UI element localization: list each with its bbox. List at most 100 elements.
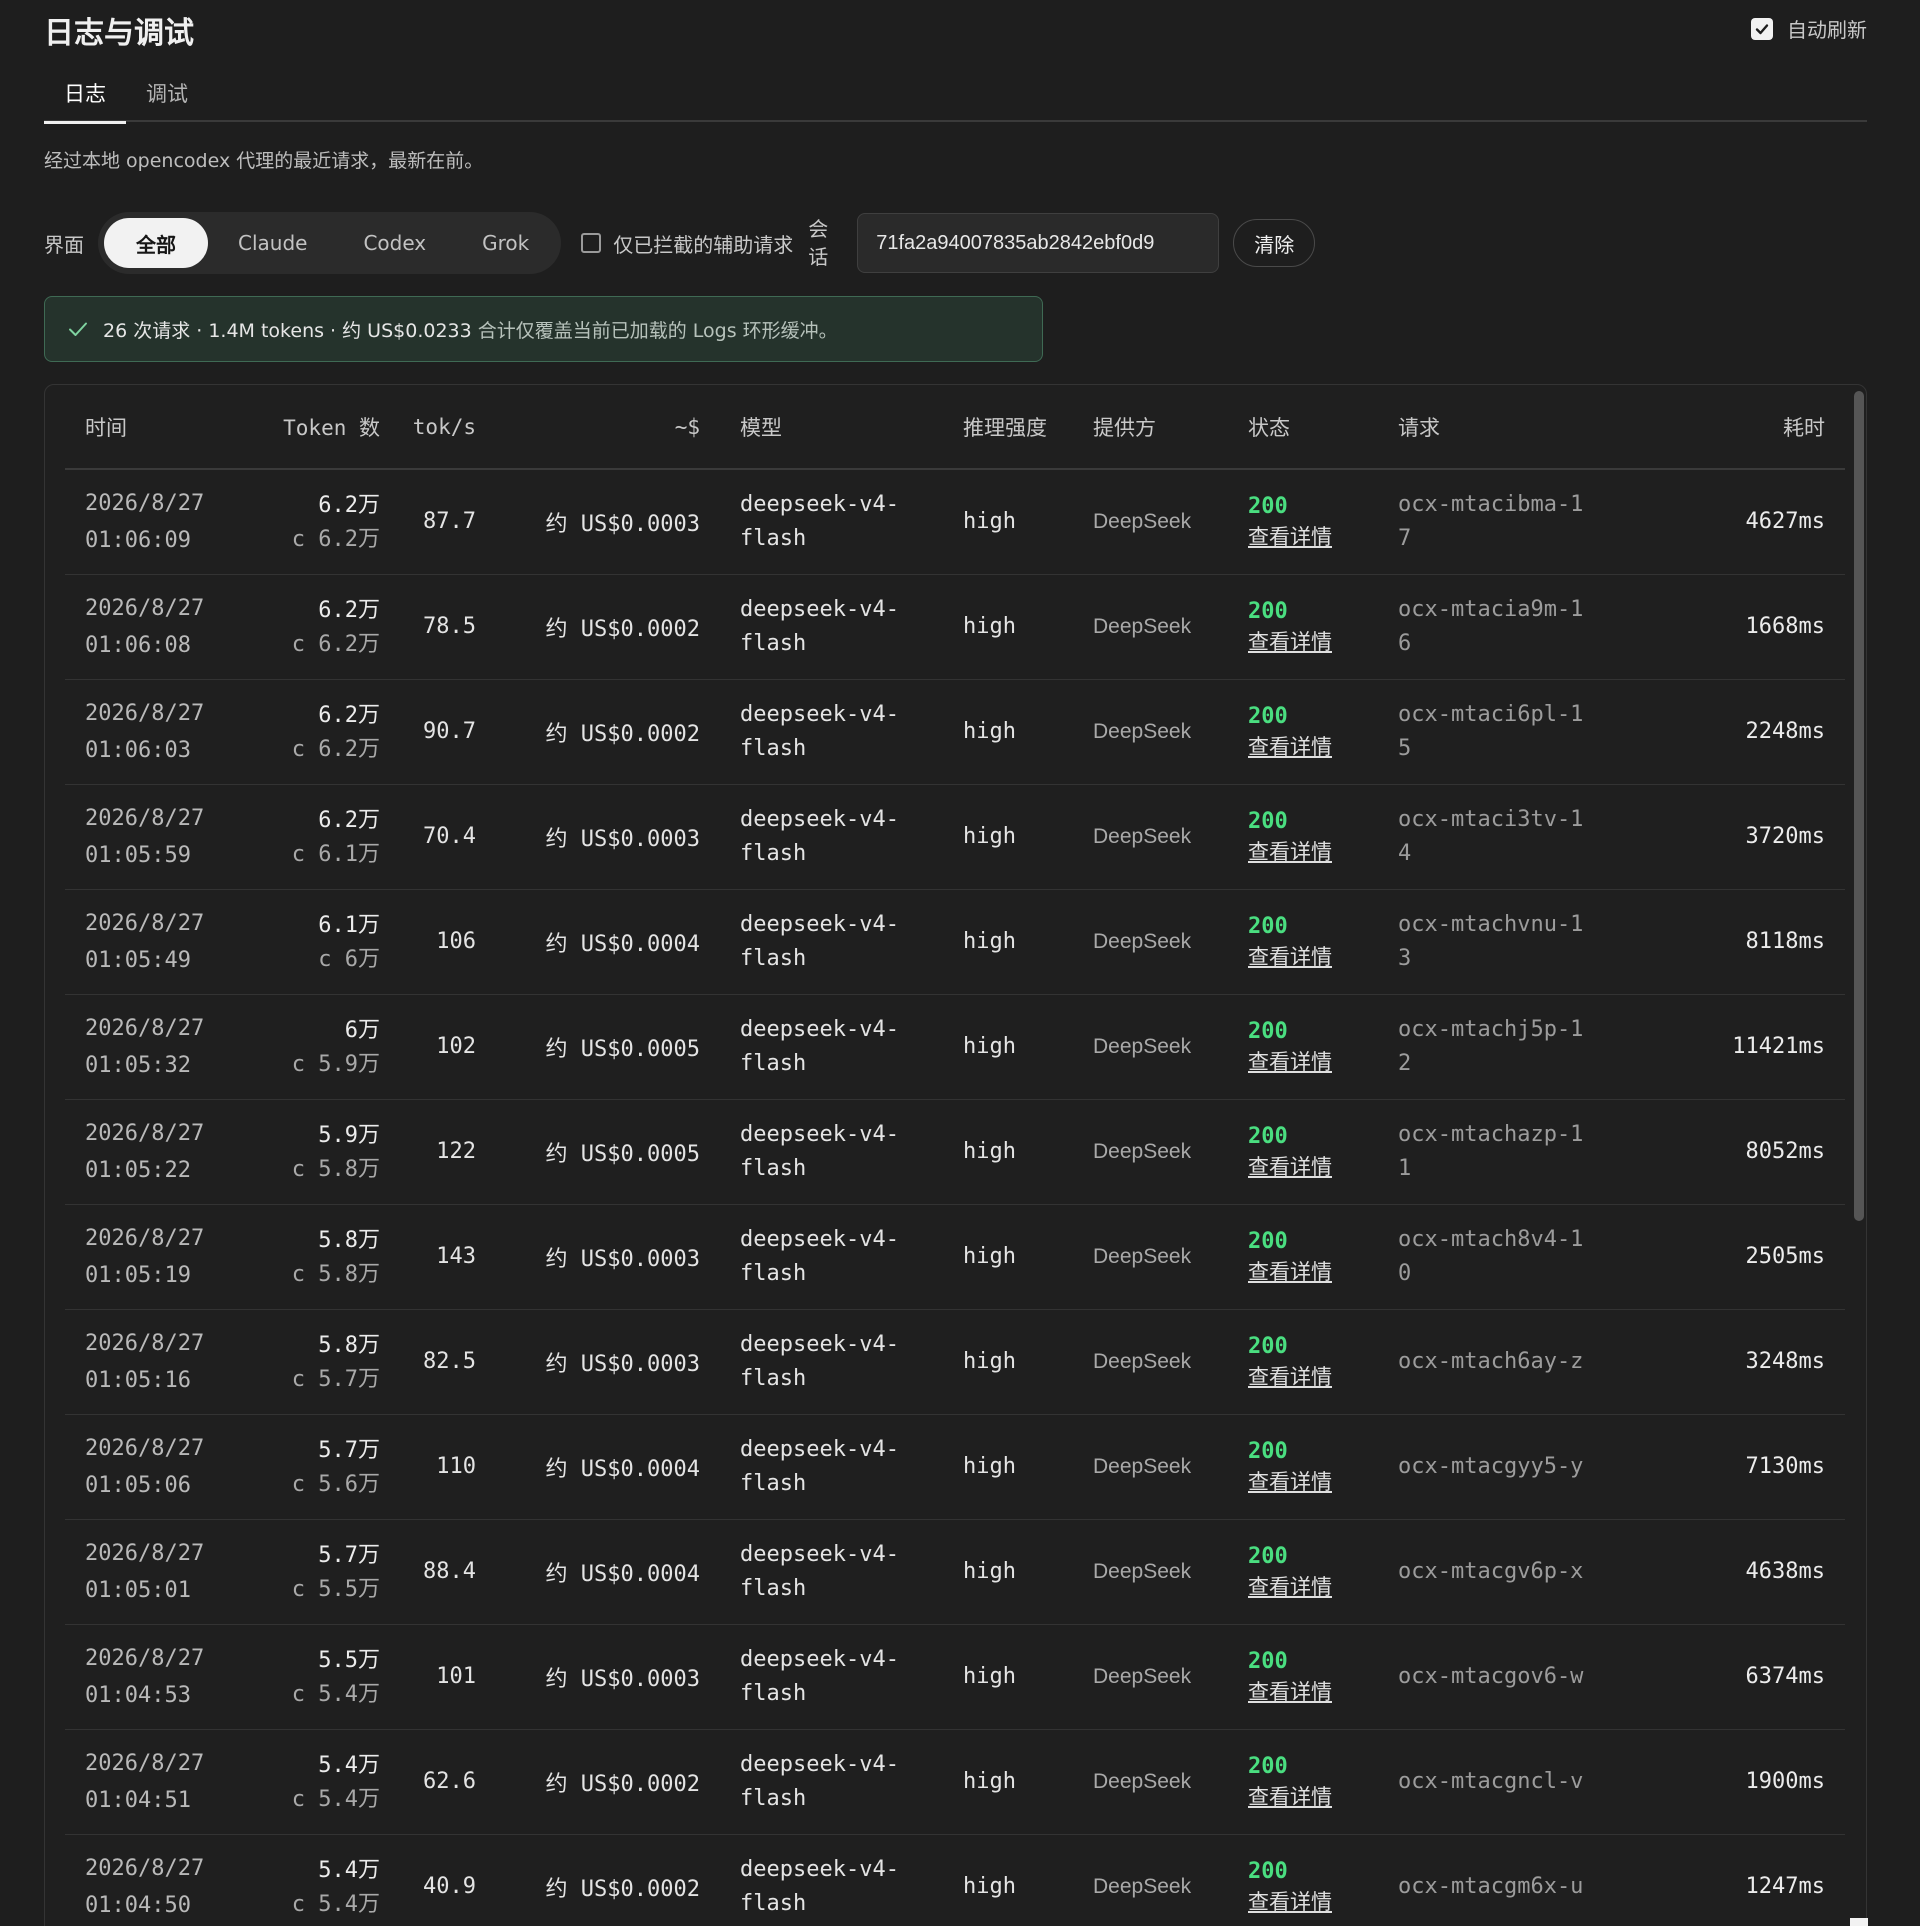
table-row[interactable]: 2026/8/27 01:05:32 6万 c 5.9万 102 约 US$0.… — [65, 994, 1845, 1100]
model-name-line-2: flash — [740, 1155, 807, 1181]
time-cell: 2026/8/27 01:05:59 — [65, 784, 245, 890]
date-text: 2026/8/27 — [85, 1435, 205, 1461]
tokens-cell: 6.2万 c 6.2万 — [245, 574, 380, 680]
duration-cell: 4638ms — [1658, 1519, 1845, 1625]
tokens-cell: 5.8万 c 5.7万 — [245, 1309, 380, 1415]
session-input[interactable] — [857, 213, 1220, 273]
model-cell: deepseek-v4- flash — [720, 1729, 963, 1835]
header-status[interactable]: 状态 — [1243, 385, 1398, 470]
segment-grok[interactable]: Grok — [456, 218, 555, 268]
view-details-link[interactable]: 查看详情 — [1248, 1782, 1398, 1812]
table-row[interactable]: 2026/8/27 01:06:08 6.2万 c 6.2万 78.5 约 US… — [65, 574, 1845, 680]
tps-cell: 70.4 — [380, 784, 500, 890]
intercept-only-toggle[interactable]: 仅已拦截的辅助请求 — [581, 229, 793, 258]
summary-stats: 26 次请求 · 1.4M tokens · 约 US$0.0233 — [103, 319, 472, 342]
model-name-line-2: flash — [740, 1575, 807, 1601]
view-details-link[interactable]: 查看详情 — [1248, 1677, 1398, 1707]
cost-cell: 约 US$0.0002 — [500, 1729, 720, 1835]
view-details-link[interactable]: 查看详情 — [1248, 522, 1398, 552]
vertical-scrollbar[interactable] — [1854, 391, 1864, 1221]
tokens-cell: 6.2万 c 6.1万 — [245, 784, 380, 890]
view-details-link[interactable]: 查看详情 — [1248, 1467, 1398, 1497]
table-row[interactable]: 2026/8/27 01:04:53 5.5万 c 5.4万 101 约 US$… — [65, 1624, 1845, 1730]
tokens-cached: c 5.8万 — [291, 1261, 380, 1287]
header-tokens[interactable]: Token 数 — [245, 385, 380, 470]
table-row[interactable]: 2026/8/27 01:06:03 6.2万 c 6.2万 90.7 约 US… — [65, 679, 1845, 785]
header-time[interactable]: 时间 — [65, 385, 245, 470]
model-name-line-2: flash — [740, 1050, 807, 1076]
header-model[interactable]: 模型 — [720, 385, 963, 470]
table-row[interactable]: 2026/8/27 01:05:49 6.1万 c 6万 106 约 US$0.… — [65, 889, 1845, 995]
header-duration[interactable]: 耗时 — [1658, 385, 1845, 470]
view-details-link[interactable]: 查看详情 — [1248, 1572, 1398, 1602]
table-row[interactable]: 2026/8/27 01:06:09 6.2万 c 6.2万 87.7 约 US… — [65, 469, 1845, 575]
time-cell: 2026/8/27 01:06:03 — [65, 679, 245, 785]
model-name-line-2: flash — [740, 1260, 807, 1286]
view-details-link[interactable]: 查看详情 — [1248, 1047, 1398, 1077]
status-code: 200 — [1248, 1858, 1288, 1884]
header-effort[interactable]: 推理强度 — [963, 385, 1093, 470]
tab-debug[interactable]: 调试 — [126, 64, 208, 122]
status-cell: 200 查看详情 — [1243, 1099, 1398, 1205]
view-details-link[interactable]: 查看详情 — [1248, 627, 1398, 657]
view-details-link[interactable]: 查看详情 — [1248, 1887, 1398, 1917]
tokens-total: 5.7万 — [318, 1437, 380, 1463]
view-details-link[interactable]: 查看详情 — [1248, 942, 1398, 972]
time-cell: 2026/8/27 01:05:01 — [65, 1519, 245, 1625]
request-id-line-1: ocx-mtacgv6p-x — [1398, 1558, 1584, 1584]
time-cell: 2026/8/27 01:06:09 — [65, 469, 245, 575]
header-request[interactable]: 请求 — [1398, 385, 1658, 470]
status-cell: 200 查看详情 — [1243, 994, 1398, 1100]
table-row[interactable]: 2026/8/27 01:05:16 5.8万 c 5.7万 82.5 约 US… — [65, 1309, 1845, 1415]
cost-cell: 约 US$0.0003 — [500, 1204, 720, 1310]
tokens-total: 5.8万 — [318, 1332, 380, 1358]
request-id-line-1: ocx-mtacgov6-w — [1398, 1663, 1584, 1689]
cost-cell: 约 US$0.0003 — [500, 469, 720, 575]
table-row[interactable]: 2026/8/27 01:05:22 5.9万 c 5.8万 122 约 US$… — [65, 1099, 1845, 1205]
date-text: 2026/8/27 — [85, 1015, 205, 1041]
table-row[interactable]: 2026/8/27 01:05:01 5.7万 c 5.5万 88.4 约 US… — [65, 1519, 1845, 1625]
provider-cell: DeepSeek — [1093, 1834, 1243, 1926]
header-provider[interactable]: 提供方 — [1093, 385, 1243, 470]
tps-cell: 90.7 — [380, 679, 500, 785]
status-code: 200 — [1248, 1648, 1288, 1674]
view-details-link[interactable]: 查看详情 — [1248, 837, 1398, 867]
model-name-line-2: flash — [740, 1680, 807, 1706]
model-cell: deepseek-v4- flash — [720, 679, 963, 785]
clear-button[interactable]: 清除 — [1233, 219, 1316, 267]
status-code: 200 — [1248, 703, 1288, 729]
table-row[interactable]: 2026/8/27 01:04:50 5.4万 c 5.4万 40.9 约 US… — [65, 1834, 1845, 1926]
view-details-link[interactable]: 查看详情 — [1248, 1362, 1398, 1392]
effort-cell: high — [963, 1729, 1093, 1835]
tokens-total: 6.2万 — [318, 807, 380, 833]
model-cell: deepseek-v4- flash — [720, 1099, 963, 1205]
table-row[interactable]: 2026/8/27 01:04:51 5.4万 c 5.4万 62.6 约 US… — [65, 1729, 1845, 1835]
status-code: 200 — [1248, 1753, 1288, 1779]
view-details-link[interactable]: 查看详情 — [1248, 1257, 1398, 1287]
duration-cell: 6374ms — [1658, 1624, 1845, 1730]
table-row[interactable]: 2026/8/27 01:05:19 5.8万 c 5.8万 143 约 US$… — [65, 1204, 1845, 1310]
intercept-only-checkbox[interactable] — [581, 233, 602, 253]
auto-refresh-checkbox[interactable] — [1751, 17, 1773, 40]
table-row[interactable]: 2026/8/27 01:05:06 5.7万 c 5.6万 110 约 US$… — [65, 1414, 1845, 1520]
cost-cell: 约 US$0.0003 — [500, 1624, 720, 1730]
request-id-line-2: 6 — [1398, 630, 1412, 656]
header-cost[interactable]: ~$ — [500, 385, 720, 470]
table-row[interactable]: 2026/8/27 01:05:59 6.2万 c 6.1万 70.4 约 US… — [65, 784, 1845, 890]
tps-cell: 88.4 — [380, 1519, 500, 1625]
auto-refresh-toggle[interactable]: 自动刷新 — [1751, 14, 1867, 43]
status-cell: 200 查看详情 — [1243, 1414, 1398, 1520]
scroll-corner — [1850, 1918, 1868, 1926]
header-tps[interactable]: tok/s — [380, 385, 500, 470]
tab-logs[interactable]: 日志 — [44, 64, 126, 124]
segment-codex[interactable]: Codex — [337, 218, 452, 268]
tokens-cached: c 5.4万 — [291, 1786, 380, 1812]
cost-cell: 约 US$0.0002 — [500, 679, 720, 785]
view-details-link[interactable]: 查看详情 — [1248, 732, 1398, 762]
segment-claude[interactable]: Claude — [212, 218, 333, 268]
tokens-cell: 5.4万 c 5.4万 — [245, 1834, 380, 1926]
tokens-total: 5.5万 — [318, 1647, 380, 1673]
date-text: 2026/8/27 — [85, 1330, 205, 1356]
segment-all[interactable]: 全部 — [104, 218, 208, 268]
view-details-link[interactable]: 查看详情 — [1248, 1152, 1398, 1182]
